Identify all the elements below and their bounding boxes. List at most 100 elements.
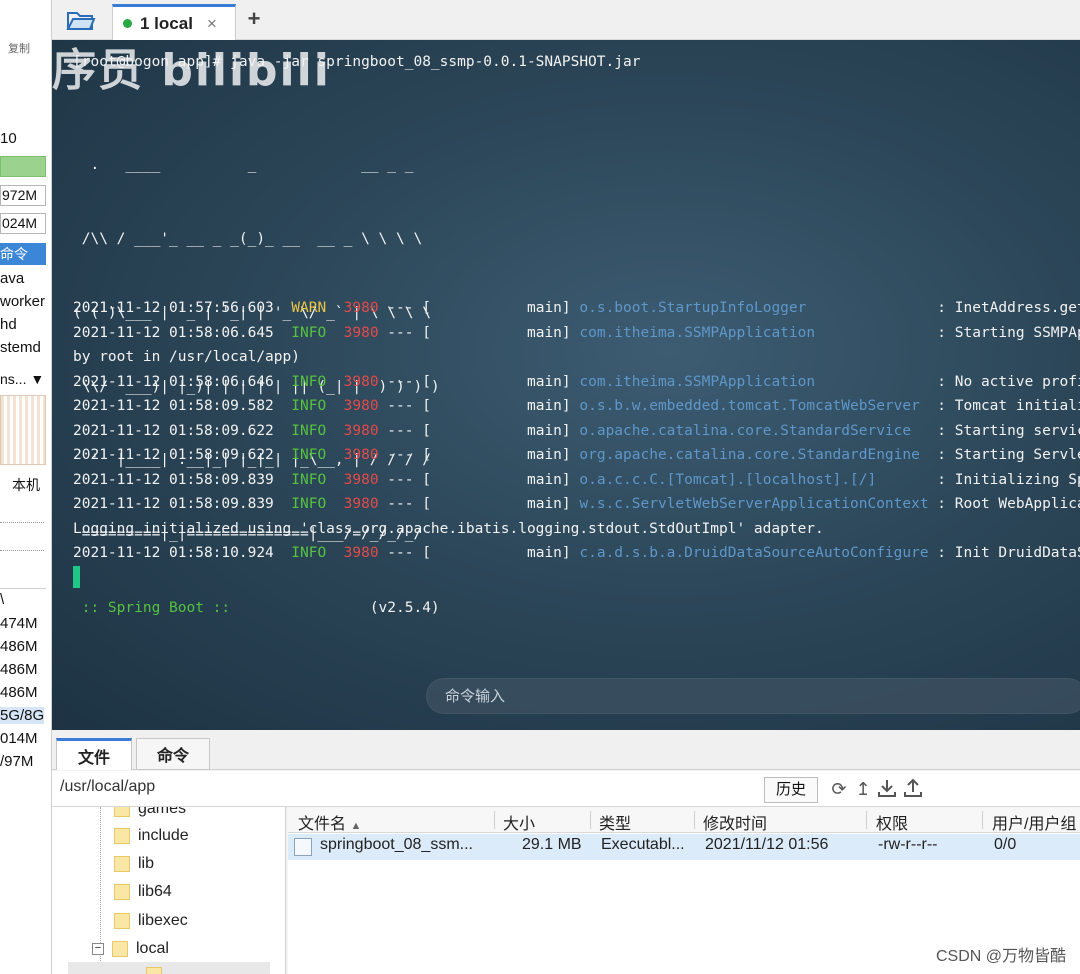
bottom-tab-bar: 文件 命令 — [52, 730, 1080, 770]
log-level: INFO — [291, 496, 327, 512]
log-level: INFO — [291, 373, 327, 390]
refresh-icon[interactable]: ⟳ — [828, 778, 850, 800]
log-spacer — [274, 398, 291, 414]
log-message: : Starting service — [928, 422, 1080, 439]
column-header-size[interactable]: 大小 — [503, 810, 535, 834]
log-spacer — [274, 545, 291, 561]
sidebar-disk-value-1: 474M — [0, 615, 38, 632]
sidebar-disk-value-2: 486M — [0, 638, 38, 655]
log-logger: com.itheima.SSMPApplication — [570, 373, 929, 390]
sort-ascending-icon: ▲ — [350, 820, 362, 832]
sidebar-proc-systemd[interactable]: stemd — [0, 339, 41, 356]
log-logger: com.itheima.SSMPApplication — [570, 324, 929, 341]
log-line: 2021-11-12 01:58:06.646 INFO 3980 --- [ … — [73, 370, 1080, 394]
log-pid: 3980 — [343, 447, 379, 463]
close-icon[interactable]: × — [207, 14, 217, 34]
add-tab-button[interactable]: + — [240, 6, 268, 34]
arrow-up-icon[interactable]: ↥ — [852, 778, 874, 800]
column-divider[interactable] — [494, 811, 495, 829]
folder-icon — [114, 913, 130, 929]
path-input[interactable]: /usr/local/app — [60, 778, 155, 796]
tab-local[interactable]: 1 local × — [112, 4, 236, 40]
log-separator: --- [ — [378, 496, 431, 512]
log-thread: main] — [430, 496, 571, 512]
left-sidebar: 复制 10 972M 024M 命令 ava worker hd stemd n… — [0, 0, 52, 974]
tree-item-lib64[interactable]: lib64 — [114, 881, 172, 903]
log-level: INFO — [291, 422, 327, 439]
tree-item-games[interactable]: games — [114, 807, 186, 820]
column-divider[interactable] — [590, 811, 591, 829]
sidebar-disk-header: \ — [0, 591, 5, 608]
tree-selected-row — [68, 962, 270, 974]
history-button[interactable]: 历史 — [764, 777, 818, 803]
column-header-modified[interactable]: 修改时间 — [703, 810, 767, 834]
log-pid: 3980 — [343, 422, 379, 439]
tree-item-local[interactable]: − local — [92, 938, 169, 960]
log-timestamp: 2021-11-12 01:58:10.924 — [73, 545, 274, 561]
column-divider[interactable] — [982, 811, 983, 829]
log-message: : Tomcat initialized — [937, 398, 1080, 414]
tree-item-libexec[interactable]: libexec — [114, 910, 188, 932]
sidebar-mem-field-2: 024M — [0, 213, 46, 234]
download-icon[interactable] — [876, 778, 898, 800]
log-line: 2021-11-12 01:58:09.839 INFO 3980 --- [ … — [73, 468, 1080, 492]
log-separator: --- [ — [378, 398, 431, 414]
log-timestamp: 2021-11-12 01:58:09.839 — [73, 471, 274, 488]
sidebar-copy-text: 复制 — [8, 43, 30, 55]
upload-glyph — [904, 778, 922, 797]
log-spacer — [274, 325, 291, 341]
log-line: 2021-11-12 01:58:09.622 INFO 3980 --- [ … — [73, 419, 1080, 443]
tree-item-lib[interactable]: lib — [114, 853, 154, 875]
jar-file-icon — [294, 838, 312, 856]
log-timestamp: 2021-11-12 01:58:09.582 — [73, 398, 274, 414]
log-thread: main] — [430, 324, 571, 341]
directory-tree: games include lib lib64 libexec − local — [52, 807, 286, 974]
path-bar: /usr/local/app 历史 ⟳ ↥ — [52, 771, 1080, 807]
upload-icon[interactable] — [902, 778, 924, 800]
log-logger: o.a.c.c.C.[Tomcat].[localhost].[/] — [570, 471, 929, 488]
column-header-type[interactable]: 类型 — [599, 810, 631, 834]
log-line: 2021-11-12 01:58:10.924 INFO 3980 --- [ … — [73, 541, 1080, 565]
file-name: springboot_08_ssm... — [320, 836, 473, 853]
sidebar-proc-ava[interactable]: ava — [0, 270, 24, 287]
log-separator: --- [ — [378, 545, 431, 561]
log-level: INFO — [291, 324, 327, 341]
file-owner: 0/0 — [994, 836, 1017, 853]
command-input[interactable]: 命令输入 — [426, 678, 1080, 714]
tree-item-include[interactable]: include — [114, 825, 189, 847]
sidebar-disk-value-5: 5G/8G — [0, 707, 45, 724]
sidebar-proc-worker[interactable]: worker — [0, 293, 45, 310]
sidebar-proc-hd[interactable]: hd — [0, 316, 17, 333]
tab-files[interactable]: 文件 — [56, 738, 132, 770]
sidebar-usage-graph — [0, 395, 46, 465]
sidebar-dropdown-label: ns... — [0, 371, 27, 387]
tree-item-label: games — [138, 807, 187, 817]
log-pid: 3980 — [343, 496, 379, 512]
log-pid: 3980 — [343, 398, 379, 414]
open-folder-button[interactable] — [62, 6, 100, 34]
column-header-name[interactable]: 文件名 ▲ — [298, 810, 361, 834]
log-message: : Starting Servlet engine — [937, 447, 1080, 463]
log-thread: main] — [430, 373, 571, 390]
tab-commands[interactable]: 命令 — [136, 738, 210, 770]
log-spacer — [326, 325, 343, 341]
log-pid: 3980 — [343, 545, 379, 561]
session-tab-bar: 1 local × + — [52, 0, 1080, 40]
collapse-toggle-icon[interactable]: − — [92, 943, 104, 955]
log-message: : No active profile set — [937, 373, 1080, 390]
column-divider[interactable] — [866, 811, 867, 829]
sidebar-dropdown[interactable]: ns... ▼ — [0, 371, 44, 387]
terminal-pane[interactable]: 序员 bilibili [root@bogon app]# java -jar … — [52, 40, 1080, 730]
column-divider[interactable] — [694, 811, 695, 829]
column-header-permissions[interactable]: 权限 — [876, 810, 908, 834]
sidebar-divider-2 — [0, 550, 44, 551]
sidebar-count: 10 — [0, 130, 17, 147]
file-permissions: -rw-r--r-- — [878, 836, 938, 853]
column-header-label: 文件名 — [298, 816, 347, 833]
log-level: INFO — [291, 545, 327, 561]
banner-line: . ____ _ __ _ _ — [73, 157, 414, 174]
log-thread: main] — [430, 471, 571, 488]
file-row[interactable]: springboot_08_ssm... 29.1 MB Executabl..… — [288, 834, 1080, 860]
column-header-owner[interactable]: 用户/用户组 — [992, 810, 1076, 834]
sidebar-selected-item[interactable]: 命令 — [0, 243, 46, 265]
